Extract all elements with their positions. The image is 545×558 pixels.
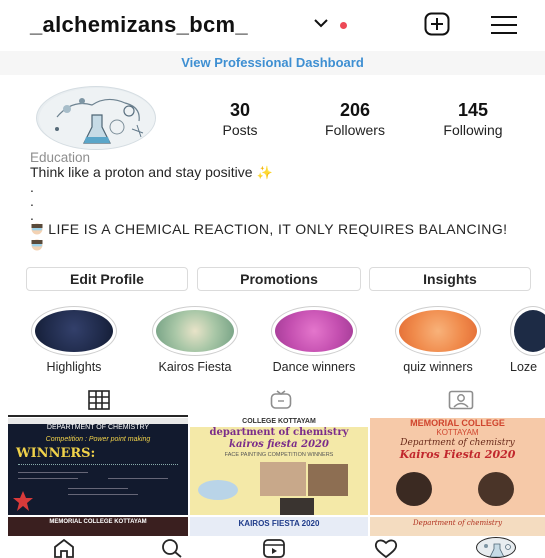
bio-line-2: LIFE IS A CHEMICAL REACTION, IT ONLY REQ… — [48, 221, 508, 237]
avatar[interactable] — [36, 86, 156, 150]
decor-blob — [198, 480, 238, 500]
post-thumbnail[interactable]: MEMORIAL COLLEGE KOTTAYAM Department of … — [370, 418, 545, 515]
post-photo — [280, 498, 314, 515]
scientist-emoji-icon — [31, 223, 43, 235]
profile-tabs — [0, 386, 545, 416]
post-title-line: KOTTAYAM — [436, 428, 479, 437]
following-count-value: 145 — [457, 100, 489, 120]
top-bar: _alchemizans_bcm_ — [0, 0, 545, 48]
post-title-line: MEMORIAL COLLEGE KOTTAYAM — [49, 519, 147, 525]
home-icon[interactable] — [52, 538, 76, 558]
post-thumbnail[interactable]: DEPARTMENT OF CHEMISTRY Competition : Po… — [8, 418, 188, 515]
followers-count-value: 206 — [339, 100, 371, 120]
posts-count-label: Posts — [222, 122, 258, 138]
menu-icon[interactable] — [490, 14, 518, 36]
account-username[interactable]: _alchemizans_bcm_ — [30, 12, 248, 38]
post-title-line: department of chemistry — [209, 427, 349, 438]
highlight-ring — [395, 306, 481, 356]
highlight-item[interactable]: Highlights — [28, 306, 120, 374]
promotions-button[interactable]: Promotions — [197, 267, 361, 291]
decor-line — [18, 472, 88, 473]
post-heading: WINNERS: — [16, 446, 96, 461]
highlight-cover — [514, 310, 545, 352]
posts-count[interactable]: 30 Posts — [185, 100, 295, 138]
decor-line — [108, 478, 168, 479]
profile-tab-avatar[interactable] — [476, 537, 516, 558]
insights-button[interactable]: Insights — [369, 267, 531, 291]
notification-dot — [340, 22, 347, 29]
post-heading: Kairos Fiesta 2020 — [399, 448, 516, 461]
post-photo — [478, 472, 514, 506]
heart-icon[interactable] — [374, 538, 398, 558]
post-photo — [260, 462, 306, 496]
highlight-item[interactable]: quiz winners — [386, 306, 490, 374]
profile-tab-avatar-image — [484, 543, 511, 557]
followers-count-label: Followers — [325, 122, 385, 138]
post-college: COLLEGE KOTTAYAM — [190, 418, 368, 427]
post-subtitle-line: kairos fiesta 2020 — [229, 439, 329, 450]
highlight-label: Highlights — [46, 360, 102, 374]
bottom-nav — [0, 536, 545, 558]
profile-picture-chemistry-art — [39, 88, 155, 149]
post-heading: FACE PAINTING COMPETITION WINNERS — [224, 452, 334, 458]
profile-category: Education — [30, 150, 91, 165]
decor-line — [68, 488, 128, 489]
grid-icon[interactable] — [88, 390, 110, 410]
post-title-line: DEPARTMENT OF CHEMISTRY — [46, 424, 150, 431]
post-photo — [396, 472, 432, 506]
highlight-cover — [275, 310, 353, 352]
highlight-ring — [152, 306, 238, 356]
bio: Think like a proton and stay positive ✨ … — [30, 164, 530, 223]
search-icon[interactable] — [160, 538, 184, 558]
highlight-cover — [399, 310, 477, 352]
highlight-item[interactable]: Kairos Fiesta — [146, 306, 244, 374]
posts-count-value: 30 — [229, 100, 251, 120]
highlight-item[interactable]: Dance winners — [262, 306, 366, 374]
posts-grid: DEPARTMENT OF CHEMISTRY Competition : Po… — [8, 418, 545, 540]
scientist-emoji-icon — [31, 239, 43, 251]
highlight-cover — [35, 310, 113, 352]
active-tab-indicator — [8, 415, 188, 417]
decor-line — [18, 464, 178, 466]
highlight-item[interactable]: Loze — [510, 306, 545, 374]
decor-line — [68, 494, 138, 495]
sparkles-icon: ✨ — [256, 165, 273, 180]
igtv-icon[interactable] — [270, 390, 292, 410]
post-subtitle-line: Department of chemistry — [400, 438, 515, 448]
professional-dashboard-link[interactable]: View Professional Dashboard — [0, 51, 545, 75]
bio-line-1: Think like a proton and stay positive — [30, 164, 253, 180]
highlight-ring — [510, 306, 545, 356]
decor-line — [18, 478, 78, 479]
following-count-label: Following — [443, 122, 503, 138]
star-decoration — [13, 491, 33, 511]
post-thumbnail[interactable]: COLLEGE KOTTAYAM department of chemistry… — [190, 418, 368, 515]
create-post-icon[interactable] — [424, 12, 450, 36]
highlight-ring — [31, 306, 117, 356]
highlight-label: Dance winners — [272, 360, 356, 374]
edit-profile-button[interactable]: Edit Profile — [26, 267, 188, 291]
post-title-line: KAIROS FIESTA 2020 — [238, 519, 320, 528]
post-photo — [308, 464, 348, 496]
post-title-line: Department of chemistry — [412, 519, 503, 527]
highlight-label: Loze — [510, 360, 538, 374]
highlight-cover — [156, 310, 234, 352]
reels-icon[interactable] — [262, 538, 286, 558]
highlight-ring — [271, 306, 357, 356]
post-college: MEMORIAL COLLEGE — [410, 418, 505, 428]
chevron-down-icon[interactable] — [312, 14, 330, 32]
bio-dots: . . . — [30, 179, 34, 223]
bio-line-2-container: LIFE IS A CHEMICAL REACTION, IT ONLY REQ… — [30, 221, 510, 253]
post-subtitle-line: Competition : Power point making — [45, 436, 151, 443]
tagged-icon[interactable] — [448, 390, 474, 410]
following-count[interactable]: 145 Following — [418, 100, 528, 138]
followers-count[interactable]: 206 Followers — [300, 100, 410, 138]
highlight-label: Kairos Fiesta — [158, 360, 232, 374]
highlight-label: quiz winners — [403, 360, 473, 374]
